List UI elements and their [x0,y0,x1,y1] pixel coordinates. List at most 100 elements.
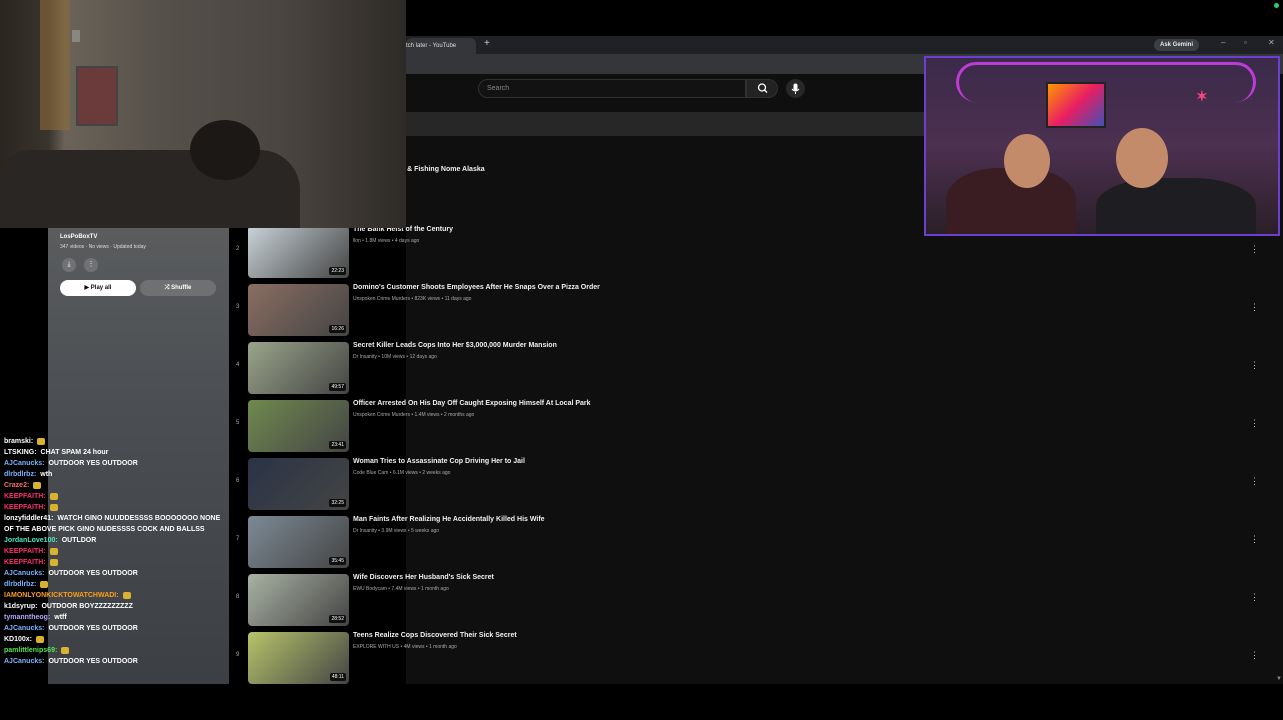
video-duration: 28:52 [329,615,346,623]
chat-username[interactable]: lonzyfiddler41: [4,515,53,522]
download-icon: ⤓ [67,261,71,268]
emote-icon [61,646,70,654]
video-thumbnail[interactable]: 32:25 [248,458,349,510]
video-duration: 48:11 [329,673,346,681]
chat-username[interactable]: pamlittlenips69: [4,647,57,654]
video-row[interactable]: 3 16:26 Domino's Customer Shoots Employees… [232,284,1262,338]
chat-username[interactable]: JordanLove100: [4,537,58,544]
video-title[interactable]: Man Faints After Realizing He Accidental… [353,516,545,523]
chat-message: KEEPFAITH: [0,502,228,513]
video-title[interactable]: Officer Arrested On His Day Off Caught E… [353,400,591,407]
chat-username[interactable]: KD100x: [4,636,32,643]
video-menu-button[interactable]: ⋮ [1250,302,1259,313]
video-thumbnail[interactable]: 16:26 [248,284,349,336]
video-title[interactable]: Wife Discovers Her Husband's Sick Secret [353,574,494,581]
person-right-body [1096,178,1256,234]
video-index: 9 [236,652,240,658]
download-button[interactable]: ⤓ [62,258,76,272]
emote-icon [49,558,58,566]
emote-icon [33,481,42,489]
video-menu-button[interactable]: ⋮ [1250,418,1259,429]
video-thumbnail[interactable]: 28:52 [248,574,349,626]
search-input[interactable]: Search [478,79,746,98]
chat-username[interactable]: dlrbdlrbz: [4,581,36,588]
chat-message: KEEPFAITH: [0,491,228,502]
video-title[interactable]: Teens Realize Cops Discovered Their Sick… [353,632,517,639]
person-right-head [1116,128,1168,188]
stream-chat: bramski: LTSKING: CHAT SPAM 24 hour AJCanuc… [0,436,230,684]
video-row[interactable]: 4 49:57 Secret Killer Leads Cops Into Her … [232,342,1262,396]
video-duration: 23:41 [329,441,346,449]
voice-search-button[interactable] [786,79,805,98]
light-switch [72,30,80,42]
chat-message: JordanLove100: OUTLDOR [0,535,228,546]
emote-icon [122,591,131,599]
playlist-title[interactable]: LosPoBoxTV [60,234,97,240]
video-title[interactable]: Domino's Customer Shoots Employees After… [353,284,600,291]
chat-username[interactable]: KEEPFAITH: [4,559,46,566]
video-row[interactable]: 7 35:45 Man Faints After Realizing He Acci… [232,516,1262,570]
new-tab-button[interactable]: + [484,38,490,49]
video-thumbnail[interactable]: 23:41 [248,400,349,452]
chat-message: AJCanucks: OUTDOOR YES OUTDOOR [0,656,228,667]
video-duration: 16:26 [329,325,346,333]
video-thumbnail[interactable]: 49:57 [248,342,349,394]
video-row[interactable]: 6 32:25 Woman Tries to Assassinate Cop Dri… [232,458,1262,512]
video-menu-button[interactable]: ⋮ [1250,534,1259,545]
chat-username[interactable]: Craze2: [4,482,29,489]
minimize-button[interactable]: – [1221,38,1225,47]
chat-message: KEEPFAITH: [0,546,228,557]
more-options-button[interactable]: ⋮ [84,258,98,272]
chat-username[interactable]: AJCanucks: [4,460,44,467]
chat-text: wth [40,471,53,478]
video-thumbnail[interactable]: 48:11 [248,632,349,684]
video-thumbnail[interactable]: 35:45 [248,516,349,568]
chat-username[interactable]: tymanntheog: [4,614,50,621]
close-button[interactable]: ✕ [1268,38,1275,47]
chat-message: k1dsyrup: OUTDOOR BOYZZZZZZZZZ [0,601,228,612]
play-all-button[interactable]: ▶ Play all [60,280,136,296]
chat-username[interactable]: LTSKING: [4,449,37,456]
video-title[interactable]: Woman Tries to Assassinate Cop Driving H… [353,458,525,465]
ask-gemini-button[interactable]: Ask Gemini [1154,39,1200,51]
video-menu-button[interactable]: ⋮ [1250,244,1259,255]
emote-icon [37,437,46,445]
video-index: 7 [236,536,240,542]
chat-username[interactable]: AJCanucks: [4,625,44,632]
video-meta: Unspoken Crime Murders • 823K views • 11… [353,296,472,302]
scroll-down-arrow[interactable]: ▼ [1276,676,1282,682]
webcam-streamer-bedroom [0,0,406,228]
video-title[interactable]: Secret Killer Leads Cops Into Her $3,000… [353,342,557,349]
search-button[interactable] [746,79,778,98]
chat-username[interactable]: bramski: [4,438,33,445]
video-row[interactable]: 9 48:11 Teens Realize Cops Discovered Thei… [232,632,1262,686]
maximize-button[interactable]: ▫ [1244,38,1247,47]
video-duration: 32:25 [329,499,346,507]
tab-youtube[interactable]: tch later - YouTube [406,38,476,54]
video-row[interactable]: 5 23:41 Officer Arrested On His Day Off Ca… [232,400,1262,454]
emote-icon [36,635,45,643]
video-thumbnail[interactable]: 22:23 [248,226,349,278]
tab-bar: tch later - YouTube + Ask Gemini – ▫ ✕ [406,36,1283,54]
chat-username[interactable]: KEEPFAITH: [4,504,46,511]
chat-text: OUTDOOR YES OUTDOOR [48,658,138,665]
chat-username[interactable]: dlrbdlrbz: [4,471,36,478]
shuffle-button[interactable]: ⤮ Shuffle [140,280,216,296]
chat-username[interactable]: KEEPFAITH: [4,548,46,555]
video-menu-button[interactable]: ⋮ [1250,592,1259,603]
shuffle-label: Shuffle [171,285,192,291]
video-menu-button[interactable]: ⋮ [1250,476,1259,487]
video-menu-button[interactable]: ⋮ [1250,650,1259,661]
chat-username[interactable]: k1dsyrup: [4,603,37,610]
chat-message: IAMONLYONKICKTOWATCHWADI: [0,590,228,601]
chat-username[interactable]: AJCanucks: [4,570,44,577]
chat-username[interactable]: IAMONLYONKICKTOWATCHWADI: [4,592,119,599]
video-row[interactable]: 8 28:52 Wife Discovers Her Husband's Sick … [232,574,1262,628]
chat-text: OUTDOOR YES OUTDOOR [48,625,138,632]
chat-username[interactable]: KEEPFAITH: [4,493,46,500]
neon-tube-light [956,62,1256,102]
emote-icon [49,503,58,511]
video-index: 3 [236,304,240,310]
video-menu-button[interactable]: ⋮ [1250,360,1259,371]
chat-username[interactable]: AJCanucks: [4,658,44,665]
